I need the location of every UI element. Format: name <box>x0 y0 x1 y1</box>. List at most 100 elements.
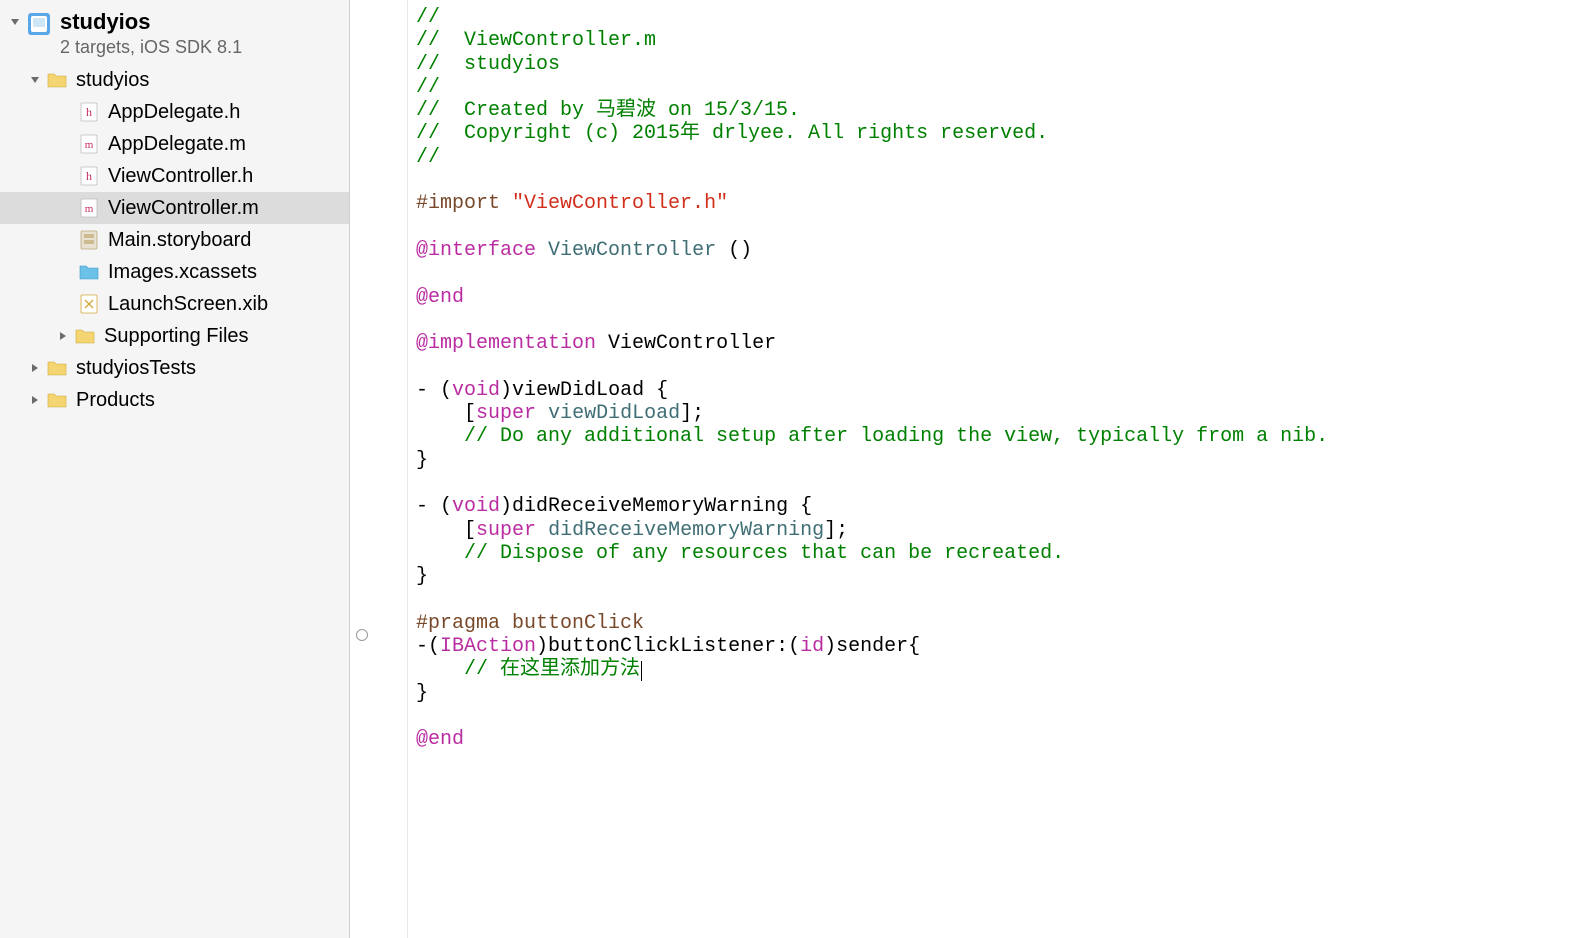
tree-item-label: Main.storyboard <box>108 229 251 252</box>
tree-file-appdelegate-h[interactable]: h AppDelegate.h <box>0 96 349 128</box>
project-root-item[interactable]: studyios 2 targets, iOS SDK 8.1 <box>0 5 349 64</box>
code-comment: // 在这里添加方法 <box>464 658 640 681</box>
code-keyword: id <box>800 635 824 658</box>
code-comment: // Copyright (c) 2015年 drlyee. All right… <box>416 122 1048 145</box>
tree-item-label: Products <box>76 389 155 412</box>
xcode-project-icon <box>26 11 52 37</box>
code-plain: ) <box>824 635 836 658</box>
code-comment: // Dispose of any resources that can be … <box>464 542 1064 565</box>
svg-text:m: m <box>85 139 94 151</box>
code-plain: buttonClickListener: <box>548 635 788 658</box>
disclosure-triangle-open-icon[interactable] <box>8 15 22 29</box>
tree-file-appdelegate-m[interactable]: m AppDelegate.m <box>0 128 349 160</box>
impl-file-icon: m <box>78 197 100 219</box>
code-plain: } <box>416 565 428 588</box>
header-file-icon: h <box>78 165 100 187</box>
code-plain <box>416 519 464 542</box>
editor-gutter[interactable] <box>350 0 408 938</box>
code-comment: // <box>416 6 440 29</box>
tree-folder-studyios[interactable]: studyios <box>0 64 349 96</box>
code-plain: [ <box>464 402 476 425</box>
code-plain: -( <box>416 635 440 658</box>
impl-file-icon: m <box>78 133 100 155</box>
code-plain: sender{ <box>836 635 920 658</box>
file-navigator-sidebar[interactable]: studyios 2 targets, iOS SDK 8.1 studyios… <box>0 0 350 938</box>
code-comment: // ViewController.m <box>416 29 656 52</box>
folder-icon <box>46 69 68 91</box>
code-plain: ) <box>500 379 512 402</box>
code-keyword: super <box>476 402 536 425</box>
code-comment: // studyios <box>416 53 560 76</box>
tree-item-label: AppDelegate.m <box>108 133 246 156</box>
code-comment: // Created by 马碧波 on 15/3/15. <box>416 99 800 122</box>
code-plain: ) <box>536 635 548 658</box>
code-keyword: @implementation <box>416 332 596 355</box>
tree-folder-products[interactable]: Products <box>0 384 349 416</box>
code-plain <box>416 542 464 565</box>
header-file-icon: h <box>78 101 100 123</box>
svg-text:m: m <box>85 203 94 215</box>
disclosure-triangle-open-icon[interactable] <box>28 73 42 87</box>
code-keyword: @end <box>416 286 464 309</box>
code-plain <box>416 402 464 425</box>
code-preproc: buttonClick <box>512 612 644 635</box>
xib-file-icon <box>78 293 100 315</box>
tree-item-label: AppDelegate.h <box>108 101 240 124</box>
code-keyword: super <box>476 519 536 542</box>
code-plain: } <box>416 449 428 472</box>
tree-item-label: studyios <box>76 69 149 92</box>
tree-file-main-storyboard[interactable]: Main.storyboard <box>0 224 349 256</box>
code-plain: ]; <box>824 519 848 542</box>
iboutlet-connection-marker-icon[interactable] <box>356 629 368 641</box>
disclosure-triangle-closed-icon[interactable] <box>28 361 42 375</box>
code-plain: ]; <box>680 402 704 425</box>
folder-icon <box>74 325 96 347</box>
code-plain: - ( <box>416 379 452 402</box>
disclosure-triangle-closed-icon[interactable] <box>56 329 70 343</box>
code-editor[interactable]: // // ViewController.m // studyios // //… <box>350 0 1596 938</box>
code-plain <box>416 658 464 681</box>
code-comment: // <box>416 76 440 99</box>
code-keyword: @end <box>416 728 464 751</box>
storyboard-file-icon <box>78 229 100 251</box>
tree-folder-studyiostests[interactable]: studyiosTests <box>0 352 349 384</box>
code-builtin: viewDidLoad <box>548 402 680 425</box>
code-plain: didReceiveMemoryWarning <box>512 495 788 518</box>
code-plain: - ( <box>416 495 452 518</box>
code-plain: ( <box>788 635 800 658</box>
project-subtitle: 2 targets, iOS SDK 8.1 <box>60 37 242 58</box>
code-comment: // Do any additional setup after loading… <box>464 425 1328 448</box>
code-preproc: #pragma <box>416 612 500 635</box>
tree-file-launchscreen-xib[interactable]: LaunchScreen.xib <box>0 288 349 320</box>
tree-item-label: Images.xcassets <box>108 261 257 284</box>
tree-file-viewcontroller-h[interactable]: h ViewController.h <box>0 160 349 192</box>
code-plain: ) <box>500 495 512 518</box>
code-plain: { <box>656 379 668 402</box>
text-cursor-icon <box>641 661 642 681</box>
svg-text:h: h <box>86 105 92 119</box>
disclosure-triangle-closed-icon[interactable] <box>28 393 42 407</box>
tree-item-label: Supporting Files <box>104 325 249 348</box>
code-builtin: didReceiveMemoryWarning <box>548 519 824 542</box>
code-string: "ViewController.h" <box>512 192 728 215</box>
tree-file-images-xcassets[interactable]: Images.xcassets <box>0 256 349 288</box>
folder-icon <box>46 389 68 411</box>
tree-folder-supporting-files[interactable]: Supporting Files <box>0 320 349 352</box>
code-plain: viewDidLoad <box>512 379 644 402</box>
svg-text:h: h <box>86 169 92 183</box>
code-keyword: @interface <box>416 239 536 262</box>
code-text-area[interactable]: // // ViewController.m // studyios // //… <box>408 0 1596 938</box>
code-plain: () <box>728 239 752 262</box>
tree-item-label: ViewController.m <box>108 197 259 220</box>
code-keyword: void <box>452 379 500 402</box>
xcassets-folder-icon <box>78 261 100 283</box>
code-plain <box>416 425 464 448</box>
project-name: studyios <box>60 9 242 35</box>
code-keyword: IBAction <box>440 635 536 658</box>
code-preproc: #import <box>416 192 500 215</box>
tree-file-viewcontroller-m[interactable]: m ViewController.m <box>0 192 349 224</box>
code-class: ViewController <box>548 239 716 262</box>
tree-item-label: LaunchScreen.xib <box>108 293 268 316</box>
code-keyword: void <box>452 495 500 518</box>
tree-item-label: ViewController.h <box>108 165 253 188</box>
